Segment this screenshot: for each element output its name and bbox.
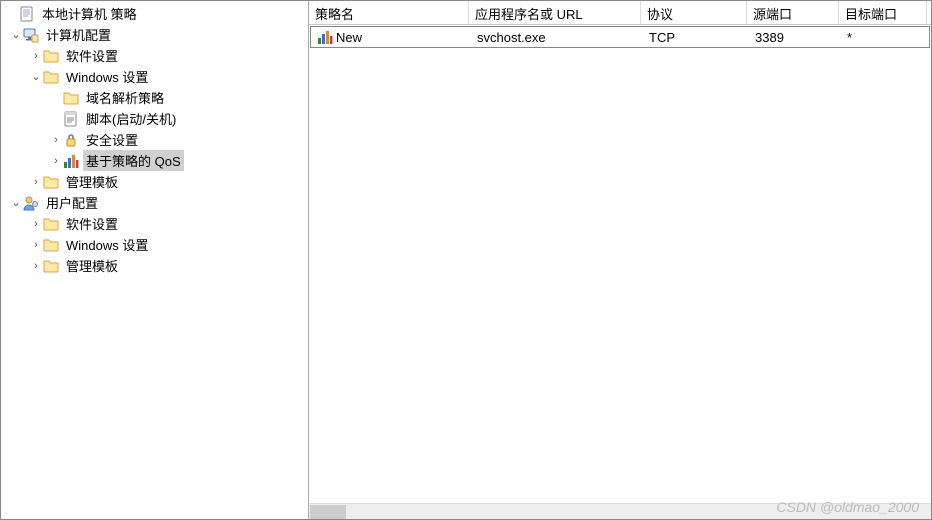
tree-label: Windows 设置 [63, 234, 151, 255]
cell-text: New [336, 30, 362, 45]
tree-computer-config[interactable]: ⌄ 计算机配置 [1, 24, 308, 45]
horizontal-scrollbar[interactable] [309, 503, 931, 519]
table-body[interactable]: New svchost.exe TCP 3389 * [309, 25, 931, 503]
folder-icon [43, 237, 59, 253]
tree-label: 基于策略的 QoS [83, 150, 184, 171]
column-dest-port[interactable]: 目标端口 [839, 1, 927, 24]
computer-icon [23, 27, 39, 43]
expander-icon[interactable]: › [29, 217, 43, 231]
tree-pane[interactable]: 本地计算机 策略 ⌄ 计算机配置 › 软件设置 ⌄ Windows 设置 域名解… [1, 1, 309, 519]
tree-label: Windows 设置 [63, 66, 151, 87]
cell-source-port: 3389 [749, 28, 841, 47]
column-app-or-url[interactable]: 应用程序名或 URL [469, 1, 641, 24]
expander-icon[interactable]: › [49, 133, 63, 147]
tree-software-settings[interactable]: › 软件设置 [1, 45, 308, 66]
tree-admin-templates[interactable]: › 管理模板 [1, 171, 308, 192]
tree-label: 管理模板 [63, 255, 121, 276]
user-icon [23, 195, 39, 211]
cell-dest-port: * [841, 28, 929, 47]
lock-icon [63, 132, 79, 148]
tree-label: 软件设置 [63, 213, 121, 234]
tree-label: 本地计算机 策略 [39, 3, 140, 24]
expander-icon[interactable]: ⌄ [9, 196, 23, 210]
column-policy-name[interactable]: 策略名 [309, 1, 469, 24]
expander-icon[interactable]: › [29, 49, 43, 63]
table-header: 策略名 应用程序名或 URL 协议 源端口 目标端口 [309, 1, 931, 25]
tree-label: 计算机配置 [43, 24, 114, 45]
folder-icon [63, 90, 79, 106]
expander-icon[interactable]: › [29, 259, 43, 273]
folder-icon [43, 174, 59, 190]
main-container: 本地计算机 策略 ⌄ 计算机配置 › 软件设置 ⌄ Windows 设置 域名解… [1, 1, 931, 519]
tree-user-admin-templates[interactable]: › 管理模板 [1, 255, 308, 276]
folder-icon [43, 48, 59, 64]
tree-label: 安全设置 [83, 129, 141, 150]
spacer [49, 91, 63, 105]
tree-scripts[interactable]: 脚本(启动/关机) [1, 108, 308, 129]
tree-user-config[interactable]: ⌄ 用户配置 [1, 192, 308, 213]
expander-icon[interactable]: ⌄ [29, 70, 43, 84]
cell-app-or-url: svchost.exe [471, 28, 643, 47]
spacer [49, 112, 63, 126]
cell-protocol: TCP [643, 28, 749, 47]
expander-icon[interactable]: › [49, 154, 63, 168]
tree-label: 管理模板 [63, 171, 121, 192]
column-source-port[interactable]: 源端口 [747, 1, 839, 24]
document-icon [19, 6, 35, 22]
table-row[interactable]: New svchost.exe TCP 3389 * [310, 26, 930, 48]
tree-label: 脚本(启动/关机) [83, 108, 179, 129]
cell-policy-name: New [311, 27, 471, 47]
tree-qos-policy[interactable]: › 基于策略的 QoS [1, 150, 308, 171]
tree-dns-policy[interactable]: 域名解析策略 [1, 87, 308, 108]
expander-icon[interactable]: › [29, 238, 43, 252]
expander-icon[interactable]: ⌄ [9, 28, 23, 42]
folder-icon [43, 69, 59, 85]
script-icon [63, 111, 79, 127]
tree-user-software-settings[interactable]: › 软件设置 [1, 213, 308, 234]
expander-icon[interactable]: › [29, 175, 43, 189]
tree-label: 域名解析策略 [83, 87, 167, 108]
tree-root[interactable]: 本地计算机 策略 [1, 3, 308, 24]
tree-security-settings[interactable]: › 安全设置 [1, 129, 308, 150]
qos-bars-icon [317, 29, 333, 45]
tree-user-windows-settings[interactable]: › Windows 设置 [1, 234, 308, 255]
column-protocol[interactable]: 协议 [641, 1, 747, 24]
qos-bars-icon [63, 153, 79, 169]
scrollbar-thumb[interactable] [310, 505, 346, 519]
detail-pane: 策略名 应用程序名或 URL 协议 源端口 目标端口 New svchost.e… [309, 1, 931, 519]
tree-windows-settings[interactable]: ⌄ Windows 设置 [1, 66, 308, 87]
folder-icon [43, 258, 59, 274]
tree-label: 用户配置 [43, 192, 101, 213]
folder-icon [43, 216, 59, 232]
tree-label: 软件设置 [63, 45, 121, 66]
spacer [5, 7, 19, 21]
